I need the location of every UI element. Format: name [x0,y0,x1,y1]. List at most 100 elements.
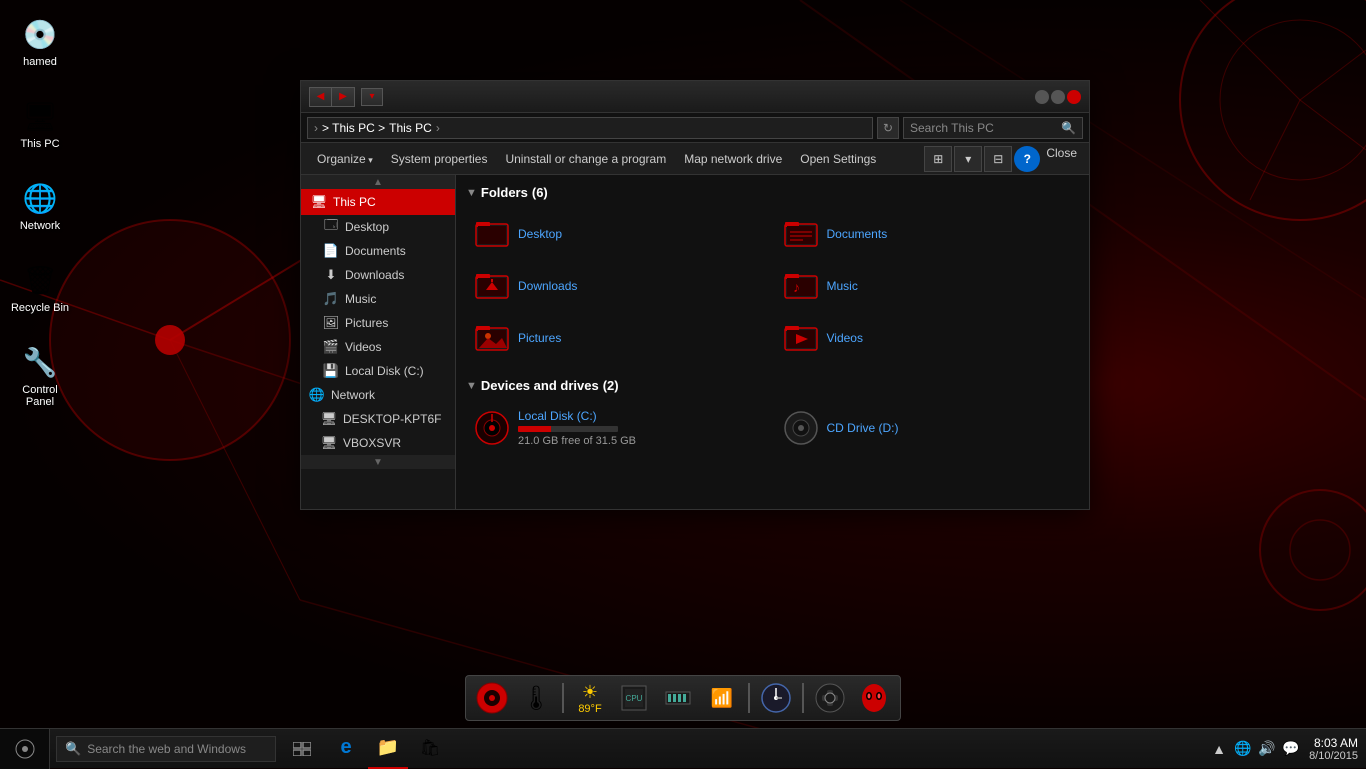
sidebar-downloads-label: Downloads [345,268,404,282]
refresh-button[interactable]: ↻ [877,117,899,139]
taskbar-search-box[interactable]: 🔍 Search the web and Windows [56,736,276,762]
local-disk-bar [518,426,551,432]
start-button[interactable] [0,729,50,769]
search-bar[interactable]: Search This PC 🔍 [903,117,1083,139]
desktop-icon-control-panel[interactable]: 🔧 Control Panel [5,338,75,412]
view-options-button[interactable]: ⊞ [924,146,952,172]
sidebar-vboxsvr-label: VBOXSVR [343,436,401,450]
close-label[interactable]: Close [1042,146,1081,172]
desktop-icon-recycle-bin[interactable]: 🗑 Recycle Bin [5,256,75,318]
desktop-icon-this-pc[interactable]: 🖥 This PC [5,92,75,154]
address-path[interactable]: › > This PC > This PC › [307,117,873,139]
recent-locations-button[interactable]: ▾ [361,88,383,106]
drive-local-disk-c[interactable]: Local Disk (C:) 21.0 GB free of 31.5 GB [466,403,771,453]
dock-media-icon[interactable] [474,680,510,716]
toolbar-right: ⊞ ▾ ⊟ ? Close [924,146,1081,172]
task-view-button[interactable] [282,729,322,769]
sidebar-item-desktop-kpt[interactable]: 🖥 DESKTOP-KPT6F [301,407,455,431]
sidebar-item-desktop[interactable]: 🗔 Desktop [301,215,455,239]
help-button[interactable]: ? [1014,146,1040,172]
sidebar-item-vboxsvr[interactable]: 🖥 VBOXSVR [301,431,455,455]
drives-grid: Local Disk (C:) 21.0 GB free of 31.5 GB [466,403,1079,453]
desktop-kpt-icon: 🖥 [321,411,337,427]
taskbar-right: ▲ 🌐 🔊 💬 8:03 AM 8/10/2015 [1209,736,1366,762]
system-clock[interactable]: 8:03 AM 8/10/2015 [1309,736,1358,762]
sidebar-item-this-pc[interactable]: 🖥 This PC [301,189,455,215]
forward-button[interactable]: ▶ [332,88,354,106]
title-bar: ◀ ▶ ▾ [301,81,1089,113]
title-bar-left: ◀ ▶ ▾ [309,87,383,107]
dock-temp-label: 89°F [578,703,601,715]
taskbar-edge[interactable]: e [326,729,366,769]
dock-gear-icon[interactable] [812,680,848,716]
drives-section-header[interactable]: ▼ Devices and drives (2) [466,378,1079,393]
dock-network-stat-icon[interactable]: 📶 [704,680,740,716]
folder-documents[interactable]: Documents [775,210,1080,258]
back-button[interactable]: ◀ [310,88,332,106]
folder-music[interactable]: ♪ Music [775,262,1080,310]
desktop-icon-hamed[interactable]: 💿 hamed [5,10,75,72]
local-disk-free: 21.0 GB free of 31.5 GB [518,435,636,447]
folder-desktop[interactable]: Desktop [466,210,771,258]
drives-count: (2) [603,378,619,393]
folders-count: (6) [532,185,548,200]
system-properties-button[interactable]: System properties [383,149,496,169]
minimize-button[interactable] [1035,90,1049,104]
sidebar-item-downloads[interactable]: ⬇ Downloads [301,263,455,287]
dock-cpu-icon[interactable]: CPU [616,680,652,716]
folders-grid: Desktop Documents [466,210,1079,362]
folder-downloads[interactable]: Downloads [466,262,771,310]
folder-pictures[interactable]: Pictures [466,314,771,362]
desktop-icon-network[interactable]: 🌐 Network [5,174,75,236]
sidebar-item-documents[interactable]: 📄 Documents [301,239,455,263]
sidebar-item-videos[interactable]: 🎬 Videos [301,335,455,359]
uninstall-button[interactable]: Uninstall or change a program [497,149,674,169]
sidebar-desktop-label: Desktop [345,220,389,234]
close-button[interactable] [1067,90,1081,104]
folder-downloads-label: Downloads [518,279,577,293]
sidebar-item-local-disk[interactable]: 💾 Local Disk (C:) [301,359,455,383]
drive-cd[interactable]: CD Drive (D:) [775,403,1080,453]
address-chevron: › [314,121,318,135]
cd-drive-icon [783,410,819,446]
folder-videos[interactable]: Videos [775,314,1080,362]
systray-expand[interactable]: ▲ [1209,739,1229,759]
dock-ram-icon[interactable] [660,680,696,716]
sidebar-item-network[interactable]: 🌐 Network [301,383,455,407]
taskbar-file-explorer[interactable]: 📁 [368,729,408,769]
dock-settings-icon[interactable]: 🌡 [518,680,554,716]
sidebar-scroll-up[interactable]: ▲ [301,175,455,189]
sidebar-desktop-kpt-label: DESKTOP-KPT6F [343,412,441,426]
dock-weather-icon[interactable]: ☀ 89°F [572,680,608,716]
folders-section-header[interactable]: ▼ Folders (6) [466,185,1079,200]
systray-speaker[interactable]: 🔊 [1257,739,1277,759]
sidebar-item-pictures[interactable]: 🖼 Pictures [301,311,455,335]
systray-message[interactable]: 💬 [1281,739,1301,759]
hamed-label: hamed [23,56,57,68]
desktop-icon-area: 💿 hamed 🖥 This PC 🌐 Network 🗑 Recycle Bi… [0,0,80,422]
taskbar-store[interactable]: 🛍 [410,729,450,769]
layout-button[interactable]: ⊟ [984,146,1012,172]
sidebar-network-label: Network [331,388,375,402]
systray-icons: ▲ 🌐 🔊 💬 [1209,739,1301,759]
svg-text:♪: ♪ [793,279,800,295]
drives-title: Devices and drives [481,378,599,393]
folder-desktop-icon [474,216,510,252]
sidebar-scroll-down[interactable]: ▼ [301,455,455,469]
systray-network[interactable]: 🌐 [1233,739,1253,759]
clock-time: 8:03 AM [1309,736,1358,750]
dock-weather-icon-sun: ☀ [582,682,598,703]
clock-date: 8/10/2015 [1309,750,1358,762]
sidebar-item-music[interactable]: 🎵 Music [301,287,455,311]
maximize-button[interactable] [1051,90,1065,104]
view-dropdown-button[interactable]: ▾ [954,146,982,172]
nav-buttons: ◀ ▶ [309,87,355,107]
dock-alien-icon[interactable] [856,680,892,716]
open-settings-button[interactable]: Open Settings [792,149,884,169]
local-disk-name: Local Disk (C:) [518,409,636,423]
organize-button[interactable]: Organize [309,149,381,169]
dock-clock-icon[interactable] [758,680,794,716]
folder-documents-label: Documents [827,227,888,241]
map-drive-button[interactable]: Map network drive [676,149,790,169]
toolbar: Organize System properties Uninstall or … [301,143,1089,175]
